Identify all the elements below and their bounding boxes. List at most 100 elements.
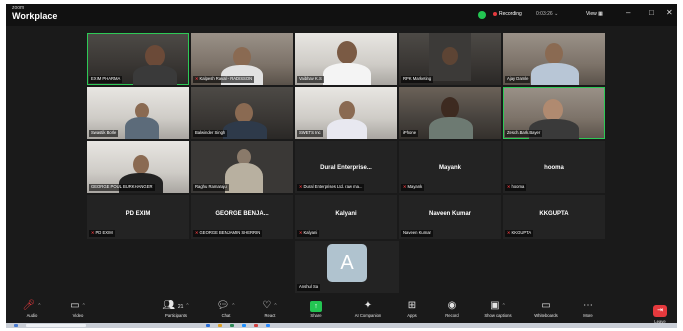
audio-options-caret[interactable]: ⌃ <box>37 303 41 309</box>
participant-tile-kalpesh[interactable]: ✕Kalpesh Raval - RADISSON <box>191 33 293 85</box>
participant-tile-mayank[interactable]: Mayank ✕Mayank <box>399 141 501 193</box>
participant-name: EXIM PHARMA <box>89 76 123 83</box>
share-label: Share <box>310 313 322 318</box>
participant-tile-vaibhav[interactable]: Vaibhav K.S <box>295 33 397 85</box>
grid-view-icon: ▦ <box>598 11 603 17</box>
recording-time: 0:03:26 <box>536 11 553 17</box>
participant-tile-balwinder[interactable]: Balwinder Singh <box>191 87 293 139</box>
record-icon: ◉ <box>447 300 457 311</box>
close-button[interactable]: ✕ <box>666 9 673 17</box>
zoom-workplace-logo: zoom Workplace <box>12 6 57 21</box>
participant-tile-exim-pharma[interactable]: EXIM PHARMA <box>87 33 189 85</box>
participant-tile-swastik[interactable]: Swastik Borle <box>87 87 189 139</box>
video-label: Video <box>72 313 84 318</box>
video-options-caret[interactable]: ⌃ <box>82 303 86 309</box>
participant-name: ✕Mayank <box>401 184 425 191</box>
participant-name-text: Kalyani <box>303 230 318 236</box>
participant-name: ✕GEORGE BENJAMIN SHERRIN <box>193 230 263 237</box>
whiteboards-button[interactable]: ▭ Whiteboards <box>522 299 570 318</box>
share-button[interactable]: ↑ Share <box>296 299 336 318</box>
participants-button[interactable]: 👥︎ 21 ⌃ Participants <box>148 299 204 318</box>
participant-name-text: hooma <box>511 184 525 190</box>
apps-label: Apps <box>407 313 417 318</box>
participant-name: iPhone <box>401 130 419 137</box>
participant-title: KKGUPTA <box>539 211 569 217</box>
participant-tile-anshul[interactable]: A Anshul Sa <box>295 241 399 293</box>
participant-tile-dural[interactable]: Dural Enterprise... ✕Dural Enterprises L… <box>295 141 397 193</box>
show-captions-label: Show captions <box>484 313 512 318</box>
participant-tile-hooma[interactable]: hooma ✕hooma <box>503 141 605 193</box>
ai-sparkle-icon: ✦ <box>363 300 373 311</box>
participant-tile-kkgupta[interactable]: KKGUPTA ✕KKGUPTA <box>503 195 605 239</box>
more-label: More <box>583 313 593 318</box>
participant-title: Naveen Kumar <box>428 211 472 217</box>
record-button[interactable]: ◉ Record <box>430 299 474 318</box>
share-screen-icon: ↑ <box>310 301 322 312</box>
react-heart-icon: ♡ <box>262 300 272 311</box>
participant-name-text: Dural Enterprises Ltd. raw ma... <box>303 184 363 190</box>
participant-name: ✕Kalpesh Raval - RADISSON <box>193 76 255 83</box>
participant-tile-iphone[interactable]: iPhone <box>399 87 501 139</box>
view-button[interactable]: View ▦ <box>586 11 603 17</box>
start-icon[interactable] <box>14 324 18 327</box>
participant-title: GEORGE BENJA... <box>215 211 269 217</box>
participant-tile-naveen[interactable]: Naveen Kumar Naveen Kumar <box>399 195 501 239</box>
zoom-window: zoom Workplace Recording 0:03:26 ⌄ View … <box>6 4 677 328</box>
participant-tile-swets[interactable]: SWETS Inc <box>295 87 397 139</box>
mic-muted-icon: ✕ <box>299 230 303 236</box>
participant-name: GEORGE POUL BURKHANGER <box>89 184 155 191</box>
participant-name: ✕Kalyani <box>297 230 320 237</box>
recording-indicator[interactable]: Recording <box>493 11 522 17</box>
captions-options-caret[interactable]: ⌃ <box>502 303 506 309</box>
react-button[interactable]: ♡ ⌃ React <box>248 299 292 318</box>
taskbar-app-icon[interactable] <box>242 324 246 327</box>
mic-muted-icon: ✕ <box>507 230 511 236</box>
security-shield-icon[interactable] <box>478 11 486 19</box>
participant-tile-george-benjamin[interactable]: GEORGE BENJA... ✕GEORGE BENJAMIN SHERRIN <box>191 195 293 239</box>
captions-cc-icon: ▣ <box>490 300 500 311</box>
chat-button[interactable]: 💬︎ ⌃ Chat <box>204 299 248 318</box>
view-label: View <box>586 11 597 17</box>
chat-bubble-icon: 💬︎ <box>216 300 230 311</box>
participant-tile-zesch[interactable]: Zesch.Bark.Bayer <box>503 87 605 139</box>
mic-muted-icon: 🎤︎ <box>22 300 36 311</box>
video-button[interactable]: ▭ ⌃ Video <box>56 299 100 318</box>
participant-name: SWETS Inc <box>297 130 323 137</box>
participant-name: RPK Marketing <box>401 76 434 83</box>
participant-name: Swastik Borle <box>89 130 119 137</box>
show-captions-button[interactable]: ▣ ⌃ Show captions <box>472 299 524 318</box>
participant-tile-pd-exim[interactable]: PD EXIM ✕PD EXIM <box>87 195 189 239</box>
participant-tile-ajay[interactable]: Ajay Damle <box>503 33 605 85</box>
audio-button[interactable]: 🎤︎ ⌃ Audio <box>10 299 54 318</box>
apps-button[interactable]: ⊞ Apps <box>392 299 432 318</box>
ai-companion-button[interactable]: ✦ AI Companion <box>342 299 394 318</box>
participant-name-text: Kalpesh Raval - RADISSON <box>199 76 253 82</box>
participant-name-text: GEORGE BENJAMIN SHERRIN <box>199 230 261 236</box>
chat-options-caret[interactable]: ⌃ <box>231 303 235 309</box>
react-options-caret[interactable]: ⌃ <box>273 303 277 309</box>
participant-name-text: Mayank <box>407 184 423 190</box>
participant-name: Vaibhav K.S <box>297 76 324 83</box>
participant-tile-kalyani[interactable]: Kalyani ✕Kalyani <box>295 195 397 239</box>
participant-name: ✕PD EXIM <box>89 230 115 237</box>
taskbar-app-icon[interactable] <box>266 324 270 327</box>
taskbar-app-icon[interactable] <box>230 324 234 327</box>
participants-options-caret[interactable]: ⌃ <box>185 303 189 309</box>
title-bar: zoom Workplace Recording 0:03:26 ⌄ View … <box>6 4 677 26</box>
mic-muted-icon: ✕ <box>195 76 199 82</box>
leave-button[interactable]: ⇥ Leave <box>646 299 674 324</box>
taskbar-app-icon[interactable] <box>254 324 258 327</box>
minimize-button[interactable]: – <box>626 9 630 17</box>
participant-tile-george-poul[interactable]: GEORGE POUL BURKHANGER <box>87 141 189 193</box>
participant-tile-raghu[interactable]: Raghu Ramaraju <box>191 141 293 193</box>
participants-label: Participants <box>165 313 187 318</box>
ai-companion-label: AI Companion <box>354 313 382 318</box>
taskbar-search[interactable] <box>26 324 86 327</box>
taskbar-app-icon[interactable] <box>206 324 210 327</box>
maximize-button[interactable]: □ <box>649 9 654 17</box>
participants-count: 21 <box>177 304 184 310</box>
participant-title: PD EXIM <box>125 211 151 217</box>
participant-tile-rpk-marketing[interactable]: RPK Marketing <box>399 33 501 85</box>
taskbar-app-icon[interactable] <box>218 324 222 327</box>
more-button[interactable]: ⋯ More <box>566 299 610 318</box>
